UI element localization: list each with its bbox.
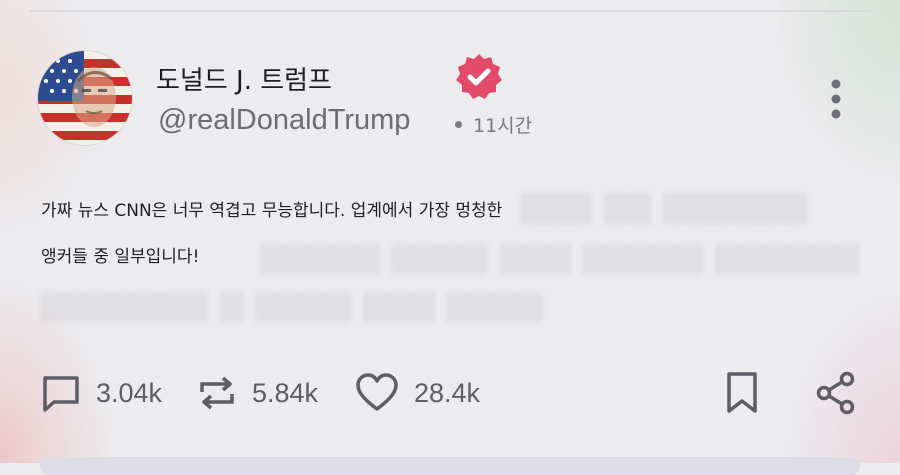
bookmark-button[interactable] <box>724 370 760 416</box>
ghost-text: ▇▇▇▇▇▇▇ ▇ ▇▇▇▇ ▇▇▇ ▇▇▇▇ <box>40 288 544 323</box>
repost-count: 5.84k <box>252 377 319 408</box>
reply-icon <box>43 376 79 412</box>
verified-badge-icon <box>456 54 502 99</box>
reply-count: 3.04k <box>96 377 163 408</box>
bookmark-icon <box>727 372 757 413</box>
repost-button[interactable]: 5.84k <box>196 370 318 416</box>
ghost-text: ▇▇▇▇▇ ▇▇▇▇ ▇▇▇ ▇▇▇▇▇ ▇▇▇▇▇▇ <box>260 240 860 275</box>
avatar[interactable] <box>38 51 132 145</box>
top-divider <box>30 10 870 12</box>
post-text-line-1: 가짜 뉴스 CNN은 너무 역겹고 무능합니다. 업계에서 가장 멍청한 <box>41 201 503 221</box>
like-button[interactable]: 28.4k <box>354 370 480 416</box>
display-name[interactable]: 도널드 J. 트럼프 <box>156 60 332 97</box>
heart-icon <box>356 373 398 411</box>
reply-button[interactable]: 3.04k <box>40 370 162 416</box>
post-text-line-2: 앵커들 중 일부입니다! <box>41 247 200 267</box>
more-vertical-icon[interactable] <box>826 78 846 120</box>
like-count: 28.4k <box>414 377 481 408</box>
timestamp: 11시간 <box>473 115 533 137</box>
repost-icon <box>200 376 234 410</box>
share-button[interactable] <box>815 370 857 416</box>
separator-dot <box>455 121 462 128</box>
handle[interactable]: @realDonaldTrump <box>158 104 410 137</box>
next-card-edge <box>40 457 860 475</box>
share-icon <box>816 371 855 415</box>
ghost-text: ▇▇▇ ▇▇ ▇▇▇▇▇▇ <box>520 190 808 225</box>
